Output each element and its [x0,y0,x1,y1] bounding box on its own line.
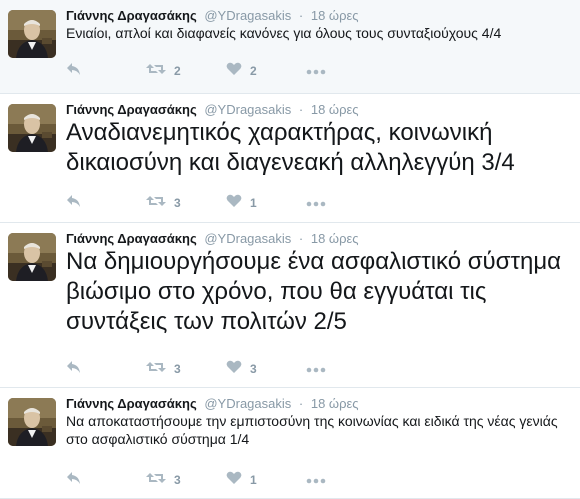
author-handle[interactable]: @YDragasakis [204,396,291,411]
retweet-button[interactable]: 2 [146,61,181,81]
retweet-icon [146,360,166,379]
author-name[interactable]: Γιάννης Δραγασάκης [66,8,197,23]
retweet-count: 3 [174,473,181,487]
reply-button[interactable] [66,61,82,81]
avatar[interactable] [8,398,56,446]
like-count: 2 [250,64,257,78]
avatar[interactable] [8,104,56,152]
more-button[interactable] [306,61,326,81]
reply-icon [66,360,82,379]
reply-icon [66,194,82,213]
tweet-timestamp[interactable]: 18 ώρες [311,8,359,23]
tweet-header: Γιάννης Δραγασάκης @YDragasakis · 18 ώρε… [66,396,359,411]
reply-button[interactable] [66,470,82,490]
tweet-actions: 3 1 [66,193,356,213]
author-handle[interactable]: @YDragasakis [204,8,291,23]
like-button[interactable]: 1 [226,470,257,490]
tweet-actions: 3 3 [66,359,356,379]
author-handle[interactable]: @YDragasakis [204,102,291,117]
tweet[interactable]: Γιάννης Δραγασάκης @YDragasakis · 18 ώρε… [0,388,580,499]
tweet-timestamp[interactable]: 18 ώρες [311,396,359,411]
tweet[interactable]: Γιάννης Δραγασάκης @YDragasakis · 18 ώρε… [0,0,580,94]
heart-icon [226,360,242,379]
tweet-actions: 2 2 [66,61,356,81]
author-name[interactable]: Γιάννης Δραγασάκης [66,396,197,411]
separator-dot: · [298,396,304,411]
heart-icon [226,194,242,213]
reply-icon [66,62,82,81]
tweet-header: Γιάννης Δραγασάκης @YDragasakis · 18 ώρε… [66,231,359,246]
retweet-count: 3 [174,196,181,210]
separator-dot: · [298,231,304,246]
more-button[interactable] [306,470,326,490]
avatar[interactable] [8,233,56,281]
separator-dot: · [298,102,304,117]
retweet-count: 3 [174,362,181,376]
tweet[interactable]: Γιάννης Δραγασάκης @YDragasakis · 18 ώρε… [0,94,580,223]
more-icon [306,360,326,378]
more-icon [306,194,326,212]
retweet-button[interactable]: 3 [146,470,181,490]
tweet-text: Αναδιανεμητικός χαρακτήρας, κοινωνική δι… [66,119,515,176]
tweet-timestamp[interactable]: 18 ώρες [311,231,359,246]
tweet-text: Να δημιουργήσουμε ένα ασφαλιστικό σύστημ… [66,248,562,335]
tweet-header: Γιάννης Δραγασάκης @YDragasakis · 18 ώρε… [66,102,359,117]
like-count: 3 [250,362,257,376]
retweet-icon [146,194,166,213]
avatar[interactable] [8,10,56,58]
retweet-icon [146,62,166,81]
retweet-button[interactable]: 3 [146,359,181,379]
retweet-count: 2 [174,64,181,78]
like-count: 1 [250,473,257,487]
like-button[interactable]: 2 [226,61,257,81]
retweet-button[interactable]: 3 [146,193,181,213]
tweet-header: Γιάννης Δραγασάκης @YDragasakis · 18 ώρε… [66,8,359,23]
author-handle[interactable]: @YDragasakis [204,231,291,246]
reply-button[interactable] [66,193,82,213]
reply-icon [66,471,82,490]
like-button[interactable]: 1 [226,193,257,213]
more-button[interactable] [306,359,326,379]
heart-icon [226,471,242,490]
more-button[interactable] [306,193,326,213]
tweet[interactable]: Γιάννης Δραγασάκης @YDragasakis · 18 ώρε… [0,223,580,388]
reply-button[interactable] [66,359,82,379]
author-name[interactable]: Γιάννης Δραγασάκης [66,231,197,246]
retweet-icon [146,471,166,490]
heart-icon [226,62,242,81]
tweet-actions: 3 1 [66,470,356,490]
tweet-timestamp[interactable]: 18 ώρες [311,102,359,117]
like-button[interactable]: 3 [226,359,257,379]
like-count: 1 [250,196,257,210]
author-name[interactable]: Γιάννης Δραγασάκης [66,102,197,117]
tweet-text: Να αποκαταστήσουμε την εμπιστοσύνη της κ… [66,413,558,447]
tweet-text: Ενιαίοι, απλοί και διαφανείς κανόνες για… [66,25,502,41]
separator-dot: · [298,8,304,23]
more-icon [306,62,326,80]
more-icon [306,471,326,489]
